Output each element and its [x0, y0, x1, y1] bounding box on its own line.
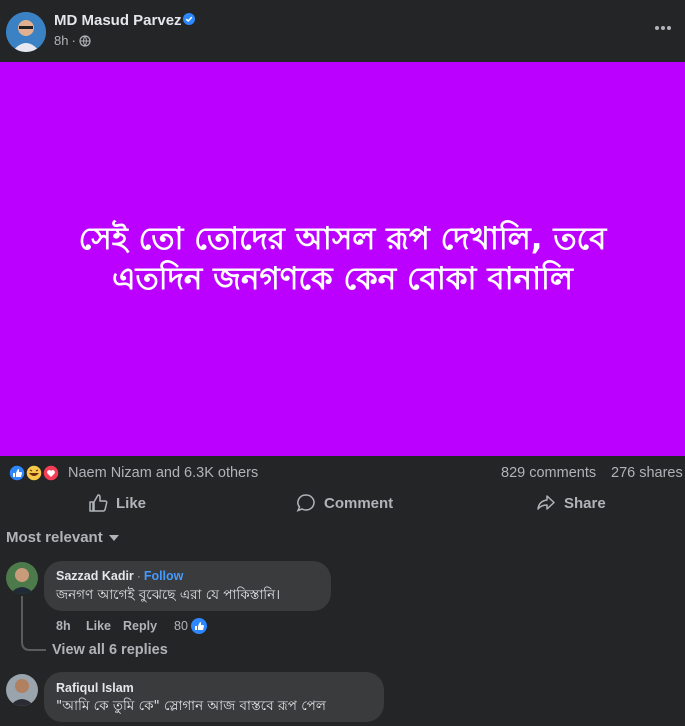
comment-icon	[296, 494, 315, 512]
avatar-portrait-icon	[6, 12, 46, 52]
like-button-label: Like	[116, 494, 147, 512]
commenter-name[interactable]: Rafiqul Islam	[56, 681, 134, 695]
post-image-text: সেই তো তোদের আসল রূপ দেখালি, তবে এতদিন জ…	[78, 221, 607, 297]
post-time[interactable]: 8h	[54, 33, 68, 48]
commenter-portrait-icon	[6, 674, 38, 706]
comment-sort-dropdown[interactable]: Most relevant	[6, 529, 119, 546]
comment-like-button[interactable]: Like	[86, 619, 123, 633]
comment-button[interactable]: Comment	[296, 493, 393, 513]
comment-reply-button[interactable]: Reply	[123, 619, 174, 633]
comment-button-label: Comment	[324, 494, 394, 512]
comment-time[interactable]: 8h	[56, 619, 86, 633]
share-button-label: Share	[564, 494, 606, 512]
meta-separator: ·	[71, 33, 76, 48]
verified-badge-icon	[183, 13, 195, 25]
share-icon	[537, 495, 555, 510]
reaction-icons[interactable]	[8, 464, 64, 482]
share-button[interactable]: Share	[536, 493, 606, 513]
chevron-down-icon	[108, 534, 119, 541]
commenter-avatar[interactable]	[6, 674, 38, 706]
view-replies-link[interactable]: View all 6 replies	[52, 642, 168, 658]
like-button[interactable]: Like	[88, 493, 146, 513]
share-count[interactable]: 276 shares	[611, 465, 683, 481]
reaction-summary[interactable]: Naem Nizam and 6.3K others	[68, 465, 258, 481]
comment-count[interactable]: 829 comments	[501, 465, 596, 481]
thumbs-up-icon	[89, 494, 108, 512]
follow-link[interactable]: Follow	[144, 569, 184, 583]
like-icon	[8, 464, 26, 482]
comment-sort-label: Most relevant	[6, 529, 103, 546]
comment-text: "আমি কে তুমি কে" স্লোগান আজ বাস্তবে রূপ …	[56, 698, 326, 714]
love-icon	[42, 464, 60, 482]
author-name[interactable]: MD Masud Parvez	[54, 12, 182, 29]
reply-thread-line	[21, 596, 46, 651]
comment-text: জনগণ আগেই বুঝেছে এরা যে পাকিস্তানি।	[56, 587, 281, 603]
globe-icon	[79, 34, 91, 47]
author-avatar[interactable]	[6, 12, 46, 52]
more-options-icon[interactable]	[654, 25, 672, 31]
commenter-avatar[interactable]	[6, 562, 38, 594]
haha-icon	[25, 464, 43, 482]
like-reaction-icon	[190, 618, 207, 634]
commenter-portrait-icon	[6, 562, 38, 594]
commenter-name[interactable]: Sazzad Kadir	[56, 569, 134, 583]
comment-reaction-count[interactable]: 80	[174, 619, 188, 633]
post-image[interactable]: সেই তো তোদের আসল রূপ দেখালি, তবে এতদিন জ…	[0, 62, 685, 456]
